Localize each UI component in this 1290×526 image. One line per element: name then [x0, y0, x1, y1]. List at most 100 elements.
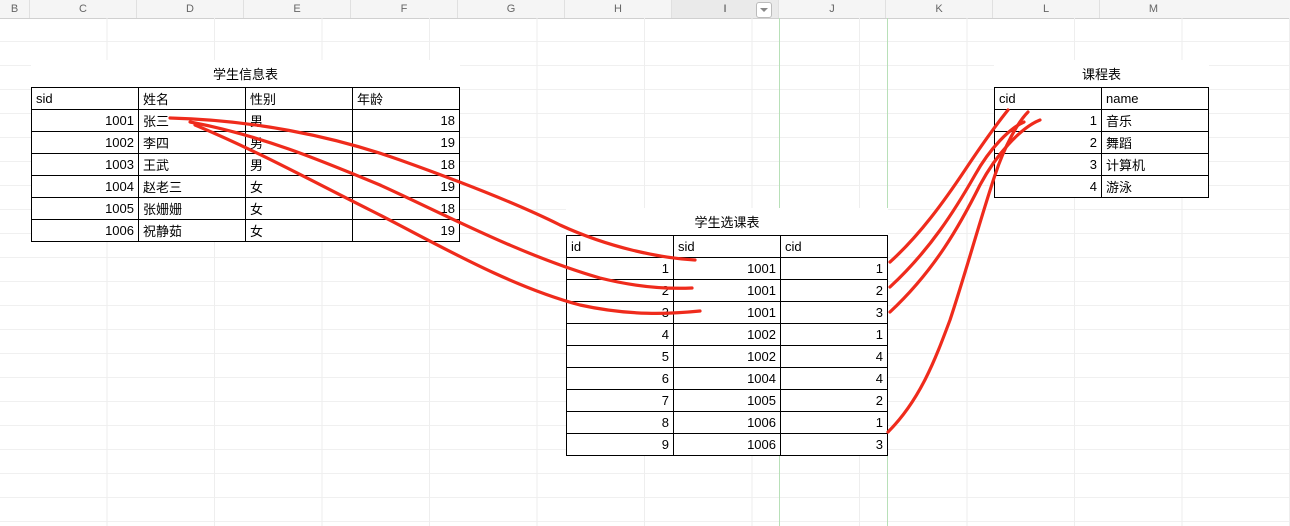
courses-table[interactable]: 课程表 cid name 1 音乐 2 舞蹈 3 计算机 4 游泳 [994, 60, 1209, 198]
students-cell[interactable]: 赵老三 [139, 176, 246, 198]
col-head-C[interactable]: C [30, 0, 137, 18]
enroll-cell[interactable]: 1 [781, 412, 888, 434]
students-cell[interactable]: 男 [246, 154, 353, 176]
column-dropdown-icon[interactable] [756, 2, 772, 18]
enroll-cell[interactable]: 3 [567, 302, 674, 324]
table-row: cid name [995, 88, 1209, 110]
enroll-cell[interactable]: 1005 [674, 390, 781, 412]
enroll-cell[interactable]: 1 [781, 324, 888, 346]
courses-cell[interactable]: 2 [995, 132, 1102, 154]
enroll-cell[interactable]: 2 [567, 280, 674, 302]
enroll-cell[interactable]: 1001 [674, 258, 781, 280]
enroll-cell[interactable]: 9 [567, 434, 674, 456]
courses-cell[interactable]: 游泳 [1102, 176, 1209, 198]
col-head-B[interactable]: B [0, 0, 30, 18]
students-cell[interactable]: 1006 [32, 220, 139, 242]
enroll-cell[interactable]: 4 [567, 324, 674, 346]
enroll-table-title: 学生选课表 [566, 208, 888, 235]
courses-header-cid[interactable]: cid [995, 88, 1102, 110]
table-row: sid 姓名 性别 年龄 [32, 88, 460, 110]
enroll-cell[interactable]: 1 [781, 258, 888, 280]
col-head-D[interactable]: D [137, 0, 244, 18]
table-row: 1004 赵老三 女 19 [32, 176, 460, 198]
courses-cell[interactable]: 音乐 [1102, 110, 1209, 132]
enroll-cell[interactable]: 3 [781, 302, 888, 324]
table-row: 8 1006 1 [567, 412, 888, 434]
students-cell[interactable]: 女 [246, 176, 353, 198]
enroll-cell[interactable]: 2 [781, 280, 888, 302]
enroll-cell[interactable]: 4 [781, 346, 888, 368]
courses-cell[interactable]: 4 [995, 176, 1102, 198]
enroll-cell[interactable]: 1002 [674, 324, 781, 346]
students-header-gender[interactable]: 性别 [246, 88, 353, 110]
col-head-I-label: I [723, 3, 726, 15]
students-header-sid[interactable]: sid [32, 88, 139, 110]
students-header-age[interactable]: 年龄 [353, 88, 460, 110]
col-head-F[interactable]: F [351, 0, 458, 18]
students-cell[interactable]: 男 [246, 132, 353, 154]
table-row: 1003 王武 男 18 [32, 154, 460, 176]
enroll-header-id[interactable]: id [567, 236, 674, 258]
students-cell[interactable]: 张姗姗 [139, 198, 246, 220]
students-cell[interactable]: 女 [246, 220, 353, 242]
enroll-cell[interactable]: 1004 [674, 368, 781, 390]
table-row: id sid cid [567, 236, 888, 258]
col-head-G[interactable]: G [458, 0, 565, 18]
students-cell[interactable]: 19 [353, 132, 460, 154]
students-cell[interactable]: 张三 [139, 110, 246, 132]
enroll-cell[interactable]: 1001 [674, 302, 781, 324]
enroll-cell[interactable]: 4 [781, 368, 888, 390]
enroll-cell[interactable]: 6 [567, 368, 674, 390]
enroll-header-sid[interactable]: sid [674, 236, 781, 258]
enroll-cell[interactable]: 3 [781, 434, 888, 456]
enroll-header-cid[interactable]: cid [781, 236, 888, 258]
students-cell[interactable]: 李四 [139, 132, 246, 154]
courses-cell[interactable]: 3 [995, 154, 1102, 176]
courses-cell[interactable]: 1 [995, 110, 1102, 132]
students-cell[interactable]: 18 [353, 198, 460, 220]
table-row: 1001 张三 男 18 [32, 110, 460, 132]
students-cell[interactable]: 18 [353, 154, 460, 176]
students-cell[interactable]: 1002 [32, 132, 139, 154]
students-cell[interactable]: 1003 [32, 154, 139, 176]
col-head-I[interactable]: I [672, 0, 779, 18]
enroll-cell[interactable]: 7 [567, 390, 674, 412]
col-head-E[interactable]: E [244, 0, 351, 18]
enroll-cell[interactable]: 8 [567, 412, 674, 434]
enroll-cell[interactable]: 1001 [674, 280, 781, 302]
students-header-name[interactable]: 姓名 [139, 88, 246, 110]
table-row: 2 1001 2 [567, 280, 888, 302]
table-row: 3 计算机 [995, 154, 1209, 176]
col-head-J[interactable]: J [779, 0, 886, 18]
table-row: 3 1001 3 [567, 302, 888, 324]
courses-cell[interactable]: 计算机 [1102, 154, 1209, 176]
courses-header-name[interactable]: name [1102, 88, 1209, 110]
enroll-cell[interactable]: 5 [567, 346, 674, 368]
students-cell[interactable]: 19 [353, 220, 460, 242]
students-cell[interactable]: 男 [246, 110, 353, 132]
enroll-cell[interactable]: 2 [781, 390, 888, 412]
students-cell[interactable]: 1004 [32, 176, 139, 198]
students-cell[interactable]: 女 [246, 198, 353, 220]
courses-cell[interactable]: 舞蹈 [1102, 132, 1209, 154]
enroll-table[interactable]: 学生选课表 id sid cid 1 1001 1 2 1001 2 3 100… [566, 208, 888, 456]
table-row: 1 1001 1 [567, 258, 888, 280]
col-head-H[interactable]: H [565, 0, 672, 18]
students-cell[interactable]: 19 [353, 176, 460, 198]
enroll-cell[interactable]: 1006 [674, 434, 781, 456]
students-cell[interactable]: 1001 [32, 110, 139, 132]
col-head-L[interactable]: L [993, 0, 1100, 18]
students-table[interactable]: 学生信息表 sid 姓名 性别 年龄 1001 张三 男 18 1002 李四 … [31, 60, 460, 242]
students-cell[interactable]: 1005 [32, 198, 139, 220]
enroll-cell[interactable]: 1002 [674, 346, 781, 368]
col-head-K[interactable]: K [886, 0, 993, 18]
students-cell[interactable]: 王武 [139, 154, 246, 176]
students-cell[interactable]: 18 [353, 110, 460, 132]
enroll-cell[interactable]: 1006 [674, 412, 781, 434]
col-head-M[interactable]: M [1100, 0, 1207, 18]
table-row: 7 1005 2 [567, 390, 888, 412]
table-row: 4 游泳 [995, 176, 1209, 198]
enroll-cell[interactable]: 1 [567, 258, 674, 280]
spreadsheet-canvas[interactable]: B C D E F G H I J K L M 学生信息表 sid 姓名 性别 … [0, 0, 1290, 526]
students-cell[interactable]: 祝静茹 [139, 220, 246, 242]
